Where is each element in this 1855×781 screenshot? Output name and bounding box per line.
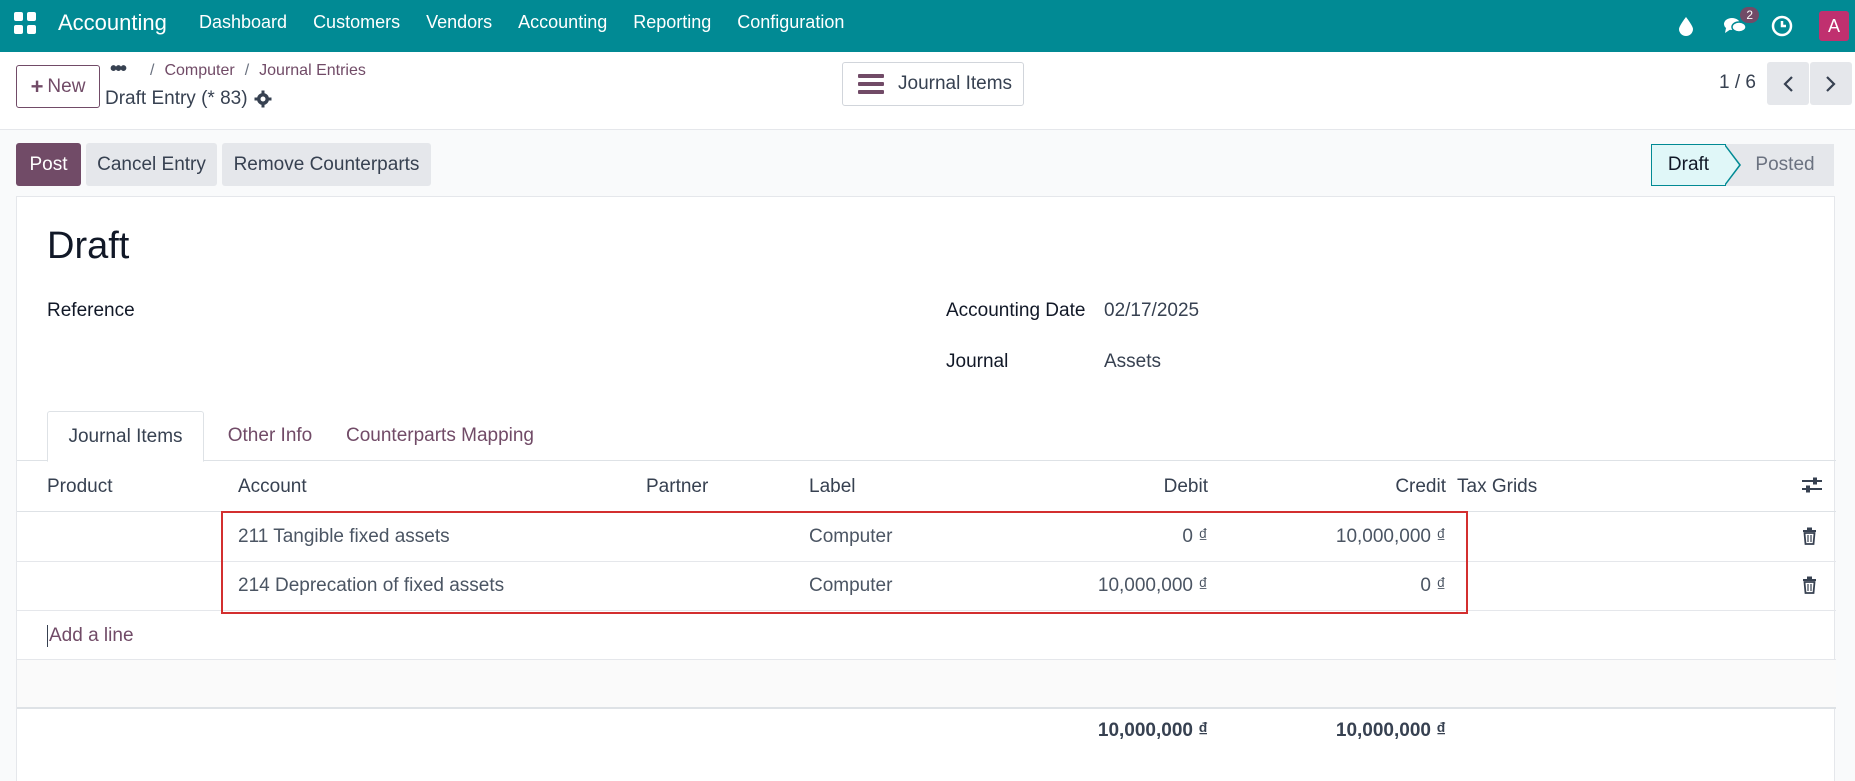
menu-accounting[interactable]: Accounting (518, 12, 607, 33)
table-header: Product Account Partner Label Debit Cred… (17, 462, 1836, 512)
apps-menu-icon[interactable] (14, 12, 36, 34)
plus-icon: + (30, 73, 44, 99)
row-debit[interactable]: 0 ₫ (1017, 526, 1208, 548)
row-credit[interactable]: 10,000,000 ₫ (1217, 526, 1446, 548)
menu-customers[interactable]: Customers (313, 12, 400, 33)
table-row[interactable]: 211 Tangible fixed assets Computer 0 ₫ 1… (17, 513, 1836, 562)
trash-icon[interactable] (1802, 576, 1817, 594)
breadcrumb-more-icon[interactable]: ••• (110, 58, 127, 81)
new-button[interactable]: + New (16, 65, 100, 108)
view-switch-label: Journal Items (898, 73, 1013, 94)
pager-previous-button[interactable] (1767, 62, 1809, 105)
status-bar: Draft Posted (1651, 144, 1834, 186)
messages-icon[interactable]: 2 (1723, 7, 1759, 37)
journal-label: Journal (946, 351, 1009, 372)
breadcrumb: / Computer / Journal Entries (140, 62, 366, 80)
cancel-entry-button[interactable]: Cancel Entry (86, 143, 217, 186)
breadcrumb-journal-entries[interactable]: Journal Entries (259, 62, 366, 80)
top-navbar: Accounting Dashboard Customers Vendors A… (0, 0, 1855, 52)
row-label[interactable]: Computer (809, 526, 892, 548)
row-account[interactable]: 214 Deprecation of fixed assets (238, 575, 504, 597)
col-credit[interactable]: Credit (1217, 476, 1446, 498)
pager-value[interactable]: 1 / 6 (1719, 72, 1756, 94)
add-a-line-link[interactable]: Add a line (47, 625, 134, 647)
list-icon (858, 70, 884, 98)
activity-clock-icon[interactable] (1771, 15, 1793, 37)
tab-journal-items[interactable]: Journal Items (47, 411, 204, 462)
status-posted[interactable]: Posted (1726, 144, 1834, 186)
breadcrumb-computer[interactable]: Computer (164, 62, 234, 80)
row-account[interactable]: 211 Tangible fixed assets (238, 526, 450, 548)
gear-icon[interactable] (254, 90, 272, 108)
record-name: Draft Entry (* 83) (105, 88, 248, 109)
accounting-date-label: Accounting Date (946, 300, 1086, 321)
col-partner[interactable]: Partner (646, 476, 708, 498)
systray: 2 A (1675, 0, 1855, 52)
breadcrumb-separator: / (244, 62, 250, 79)
row-debit[interactable]: 10,000,000 ₫ (1017, 575, 1208, 597)
entry-title: Draft (47, 225, 130, 267)
messages-badge: 2 (1740, 7, 1759, 23)
optional-columns-icon[interactable] (1801, 476, 1823, 494)
status-draft[interactable]: Draft (1651, 144, 1741, 186)
col-tax-grids[interactable]: Tax Grids (1457, 476, 1537, 498)
new-button-label: New (47, 75, 86, 97)
notebook-tabs: Journal Items Other Info Counterparts Ma… (17, 411, 1836, 462)
reference-label: Reference (47, 300, 135, 321)
col-account[interactable]: Account (238, 476, 307, 498)
chevron-right-icon (1826, 75, 1836, 92)
total-credit: 10,000,000 ₫ (1335, 720, 1446, 741)
tab-other-info[interactable]: Other Info (215, 411, 325, 461)
journal-field[interactable]: Assets (1104, 351, 1161, 373)
status-draft-label: Draft (1667, 154, 1710, 175)
status-arrow-fill (1724, 145, 1739, 185)
empty-row (17, 659, 1836, 709)
app-name[interactable]: Accounting (58, 10, 167, 36)
control-panel: + New ••• / Computer / Journal Entries Dr… (0, 52, 1855, 130)
pager-next-button[interactable] (1810, 62, 1852, 105)
menu-configuration[interactable]: Configuration (737, 12, 844, 33)
drop-icon[interactable] (1675, 15, 1697, 37)
main-menu: Dashboard Customers Vendors Accounting R… (199, 12, 870, 33)
view-switch-button[interactable]: Journal Items (842, 62, 1024, 106)
menu-dashboard[interactable]: Dashboard (199, 12, 287, 33)
col-product[interactable]: Product (47, 476, 112, 498)
col-label[interactable]: Label (809, 476, 856, 498)
user-avatar[interactable]: A (1819, 11, 1849, 41)
form-sheet: Draft Reference Accounting Date 02/17/20… (16, 196, 1836, 781)
table-row[interactable]: 214 Deprecation of fixed assets Computer… (17, 562, 1836, 611)
row-label[interactable]: Computer (809, 575, 892, 597)
chevron-left-icon (1783, 75, 1793, 92)
col-debit[interactable]: Debit (1017, 476, 1208, 498)
remove-counterparts-button[interactable]: Remove Counterparts (222, 143, 431, 186)
menu-vendors[interactable]: Vendors (426, 12, 492, 33)
row-credit[interactable]: 0 ₫ (1217, 575, 1446, 597)
tab-counterparts-mapping[interactable]: Counterparts Mapping (335, 411, 545, 461)
breadcrumb-separator: / (150, 62, 155, 79)
trash-icon[interactable] (1802, 527, 1817, 545)
total-debit: 10,000,000 ₫ (1097, 720, 1208, 741)
menu-reporting[interactable]: Reporting (633, 12, 711, 33)
post-button[interactable]: Post (16, 143, 81, 186)
accounting-date-field[interactable]: 02/17/2025 (1104, 300, 1199, 322)
